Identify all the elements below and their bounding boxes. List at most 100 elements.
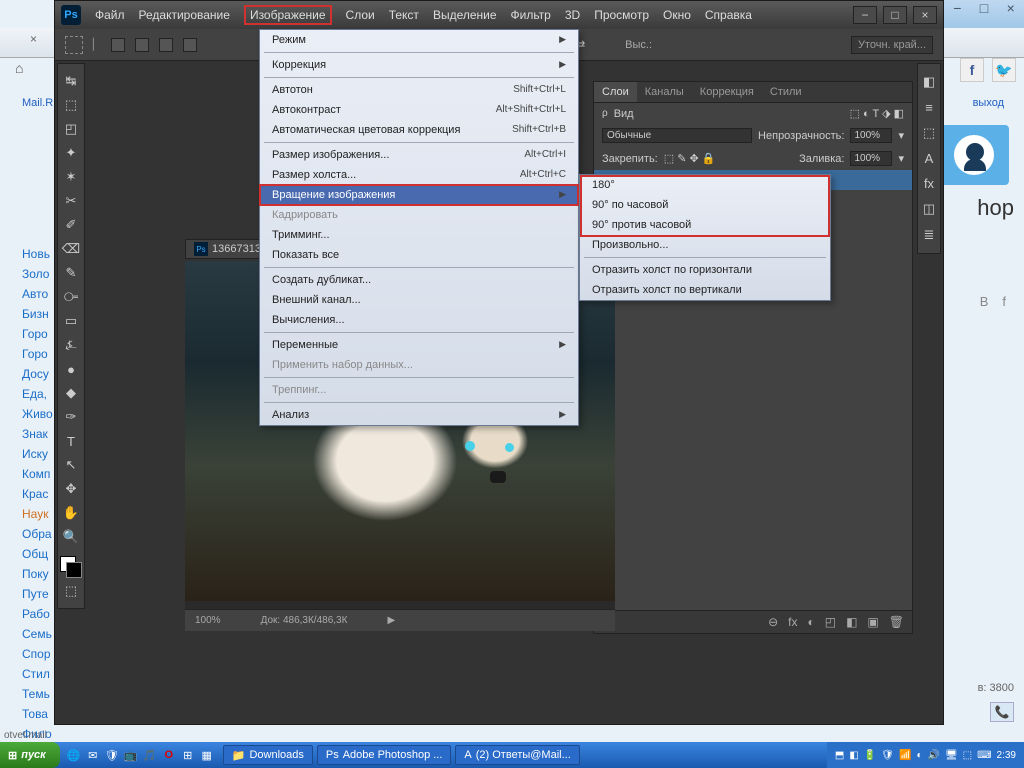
layer-action-icon[interactable]: fx <box>788 615 797 629</box>
avatar[interactable] <box>954 135 994 175</box>
ql-icon[interactable]: ▦ <box>199 747 215 763</box>
menu-item[interactable]: Вычисления... <box>260 310 578 330</box>
ql-icon[interactable]: ⊞ <box>180 747 196 763</box>
ql-icon[interactable]: 📺 <box>123 747 139 763</box>
tool-button[interactable]: ✐ <box>60 214 82 236</box>
category-link[interactable]: Новь <box>22 247 53 261</box>
mailru-link[interactable]: Mail.R <box>22 97 53 109</box>
category-link[interactable]: Поку <box>22 567 53 581</box>
bold-icon[interactable]: B <box>980 294 989 309</box>
menu-item[interactable]: Коррекция <box>260 55 578 75</box>
submenu-item[interactable]: 180° <box>580 175 830 195</box>
category-link[interactable]: Обра <box>22 527 53 541</box>
panel-toggle-icon[interactable]: ◫ <box>923 197 935 221</box>
ps-maximize-button[interactable]: □ <box>883 6 907 24</box>
category-link[interactable]: Золо <box>22 267 53 281</box>
tool-button[interactable]: ⌫ <box>60 238 82 260</box>
ps-minimize-button[interactable]: − <box>853 6 877 24</box>
ql-icon[interactable]: 🛡 <box>104 747 120 763</box>
ql-icon[interactable]: 🎵 <box>142 747 158 763</box>
category-link[interactable]: Досу <box>22 367 53 381</box>
submenu-item[interactable]: 90° против часовой <box>580 215 830 235</box>
menu-item[interactable]: АвтотонShift+Ctrl+L <box>260 80 578 100</box>
fill-input[interactable] <box>850 151 892 166</box>
tool-button[interactable]: ✎ <box>60 262 82 284</box>
taskbar-task[interactable]: A(2) Ответы@Mail... <box>455 745 579 765</box>
tool-button[interactable]: ⧃ <box>60 286 82 308</box>
submenu-item[interactable]: Отразить холст по вертикали <box>580 280 830 300</box>
menu-item[interactable]: Создать дубликат... <box>260 270 578 290</box>
browser-minimize[interactable]: − <box>944 0 971 28</box>
opt-icon[interactable] <box>183 38 197 52</box>
tool-button[interactable]: ✶ <box>60 166 82 188</box>
opt-icon[interactable] <box>159 38 173 52</box>
browser-maximize[interactable]: □ <box>971 0 998 28</box>
ps-menu-выделение[interactable]: Выделение <box>433 8 497 22</box>
menu-item[interactable]: Автоматическая цветовая коррекцияShift+C… <box>260 120 578 140</box>
ps-close-button[interactable]: × <box>913 6 937 24</box>
tray-icon[interactable]: ⬒ <box>835 750 844 761</box>
tool-button[interactable]: ✂ <box>60 190 82 212</box>
browser-close[interactable]: × <box>997 0 1024 28</box>
category-link[interactable]: Наук <box>22 507 53 521</box>
tool-button[interactable]: ⍼ <box>60 334 82 356</box>
category-link[interactable]: Общ <box>22 547 53 561</box>
ps-menu-редактирование[interactable]: Редактирование <box>139 8 230 22</box>
ps-menu-слои[interactable]: Слои <box>346 8 375 22</box>
category-link[interactable]: Авто <box>22 287 53 301</box>
panel-toggle-icon[interactable]: ⬚ <box>923 121 935 145</box>
ql-icon[interactable]: ✉ <box>85 747 101 763</box>
ps-menu-фильтр[interactable]: Фильтр <box>511 8 551 22</box>
logout-link[interactable]: выход <box>973 97 1004 109</box>
panel-toggle-icon[interactable]: ≣ <box>924 223 935 247</box>
menu-item[interactable]: Размер холста...Alt+Ctrl+C <box>260 165 578 185</box>
panel-toggle-icon[interactable]: A <box>925 147 934 170</box>
phone-icon[interactable]: 📞 <box>990 702 1014 722</box>
ps-menu-текст[interactable]: Текст <box>389 8 419 22</box>
quickmask-button[interactable]: ⬚ <box>60 580 82 602</box>
panel-toggle-icon[interactable]: ◧ <box>923 70 935 94</box>
tool-button[interactable]: T <box>60 430 82 452</box>
ps-menu-окно[interactable]: Окно <box>663 8 691 22</box>
category-link[interactable]: Крас <box>22 487 53 501</box>
taskbar-task[interactable]: 📁Downloads <box>223 745 313 765</box>
facebook-icon[interactable]: f <box>960 58 984 82</box>
panel-tab[interactable]: Коррекция <box>692 82 762 102</box>
ps-menu-просмотр[interactable]: Просмотр <box>594 8 649 22</box>
facebook-format-icon[interactable]: f <box>1002 294 1006 309</box>
category-link[interactable]: Иску <box>22 447 53 461</box>
tray-icon[interactable]: ◐ <box>916 750 922 761</box>
color-swatches[interactable] <box>60 556 82 578</box>
marquee-tool-icon[interactable] <box>65 36 83 54</box>
taskbar-task[interactable]: PsAdobe Photoshop ... <box>317 745 452 765</box>
blend-mode-select[interactable]: Обычные <box>602 128 752 143</box>
tool-button[interactable]: ⬚ <box>60 94 82 116</box>
tool-button[interactable]: ↖ <box>60 454 82 476</box>
tool-button[interactable]: ↹ <box>60 70 82 92</box>
menu-item[interactable]: Вращение изображения <box>260 185 578 205</box>
menu-item[interactable]: АвтоконтрастAlt+Shift+Ctrl+L <box>260 100 578 120</box>
tool-button[interactable]: ▭ <box>60 310 82 332</box>
tray-icon[interactable]: 🛡 <box>881 750 894 761</box>
layer-action-icon[interactable]: ◐ <box>807 615 814 629</box>
tool-button[interactable]: ● <box>60 358 82 380</box>
ps-menu-изображение[interactable]: Изображение <box>244 5 332 25</box>
menu-item[interactable]: Размер изображения...Alt+Ctrl+I <box>260 145 578 165</box>
category-link[interactable]: Горо <box>22 327 53 341</box>
menu-item[interactable]: Режим <box>260 30 578 50</box>
category-link[interactable]: Стил <box>22 667 53 681</box>
tab-close-icon[interactable]: × <box>30 32 37 46</box>
menu-item[interactable]: Переменные <box>260 335 578 355</box>
tool-button[interactable]: 🔍 <box>60 526 82 548</box>
tool-button[interactable]: ✑ <box>60 406 82 428</box>
home-icon[interactable]: ⌂ <box>15 60 23 76</box>
panel-tab[interactable]: Стили <box>762 82 810 102</box>
layer-action-icon[interactable]: ◧ <box>846 615 857 629</box>
status-arrow-icon[interactable]: ▶ <box>387 615 395 626</box>
panel-toggle-icon[interactable]: ≡ <box>925 96 933 119</box>
ql-icon[interactable]: O <box>161 747 177 763</box>
submenu-item[interactable]: 90° по часовой <box>580 195 830 215</box>
submenu-item[interactable]: Произвольно... <box>580 235 830 255</box>
layer-action-icon[interactable]: ▣ <box>867 615 878 629</box>
category-link[interactable]: Семь <box>22 627 53 641</box>
